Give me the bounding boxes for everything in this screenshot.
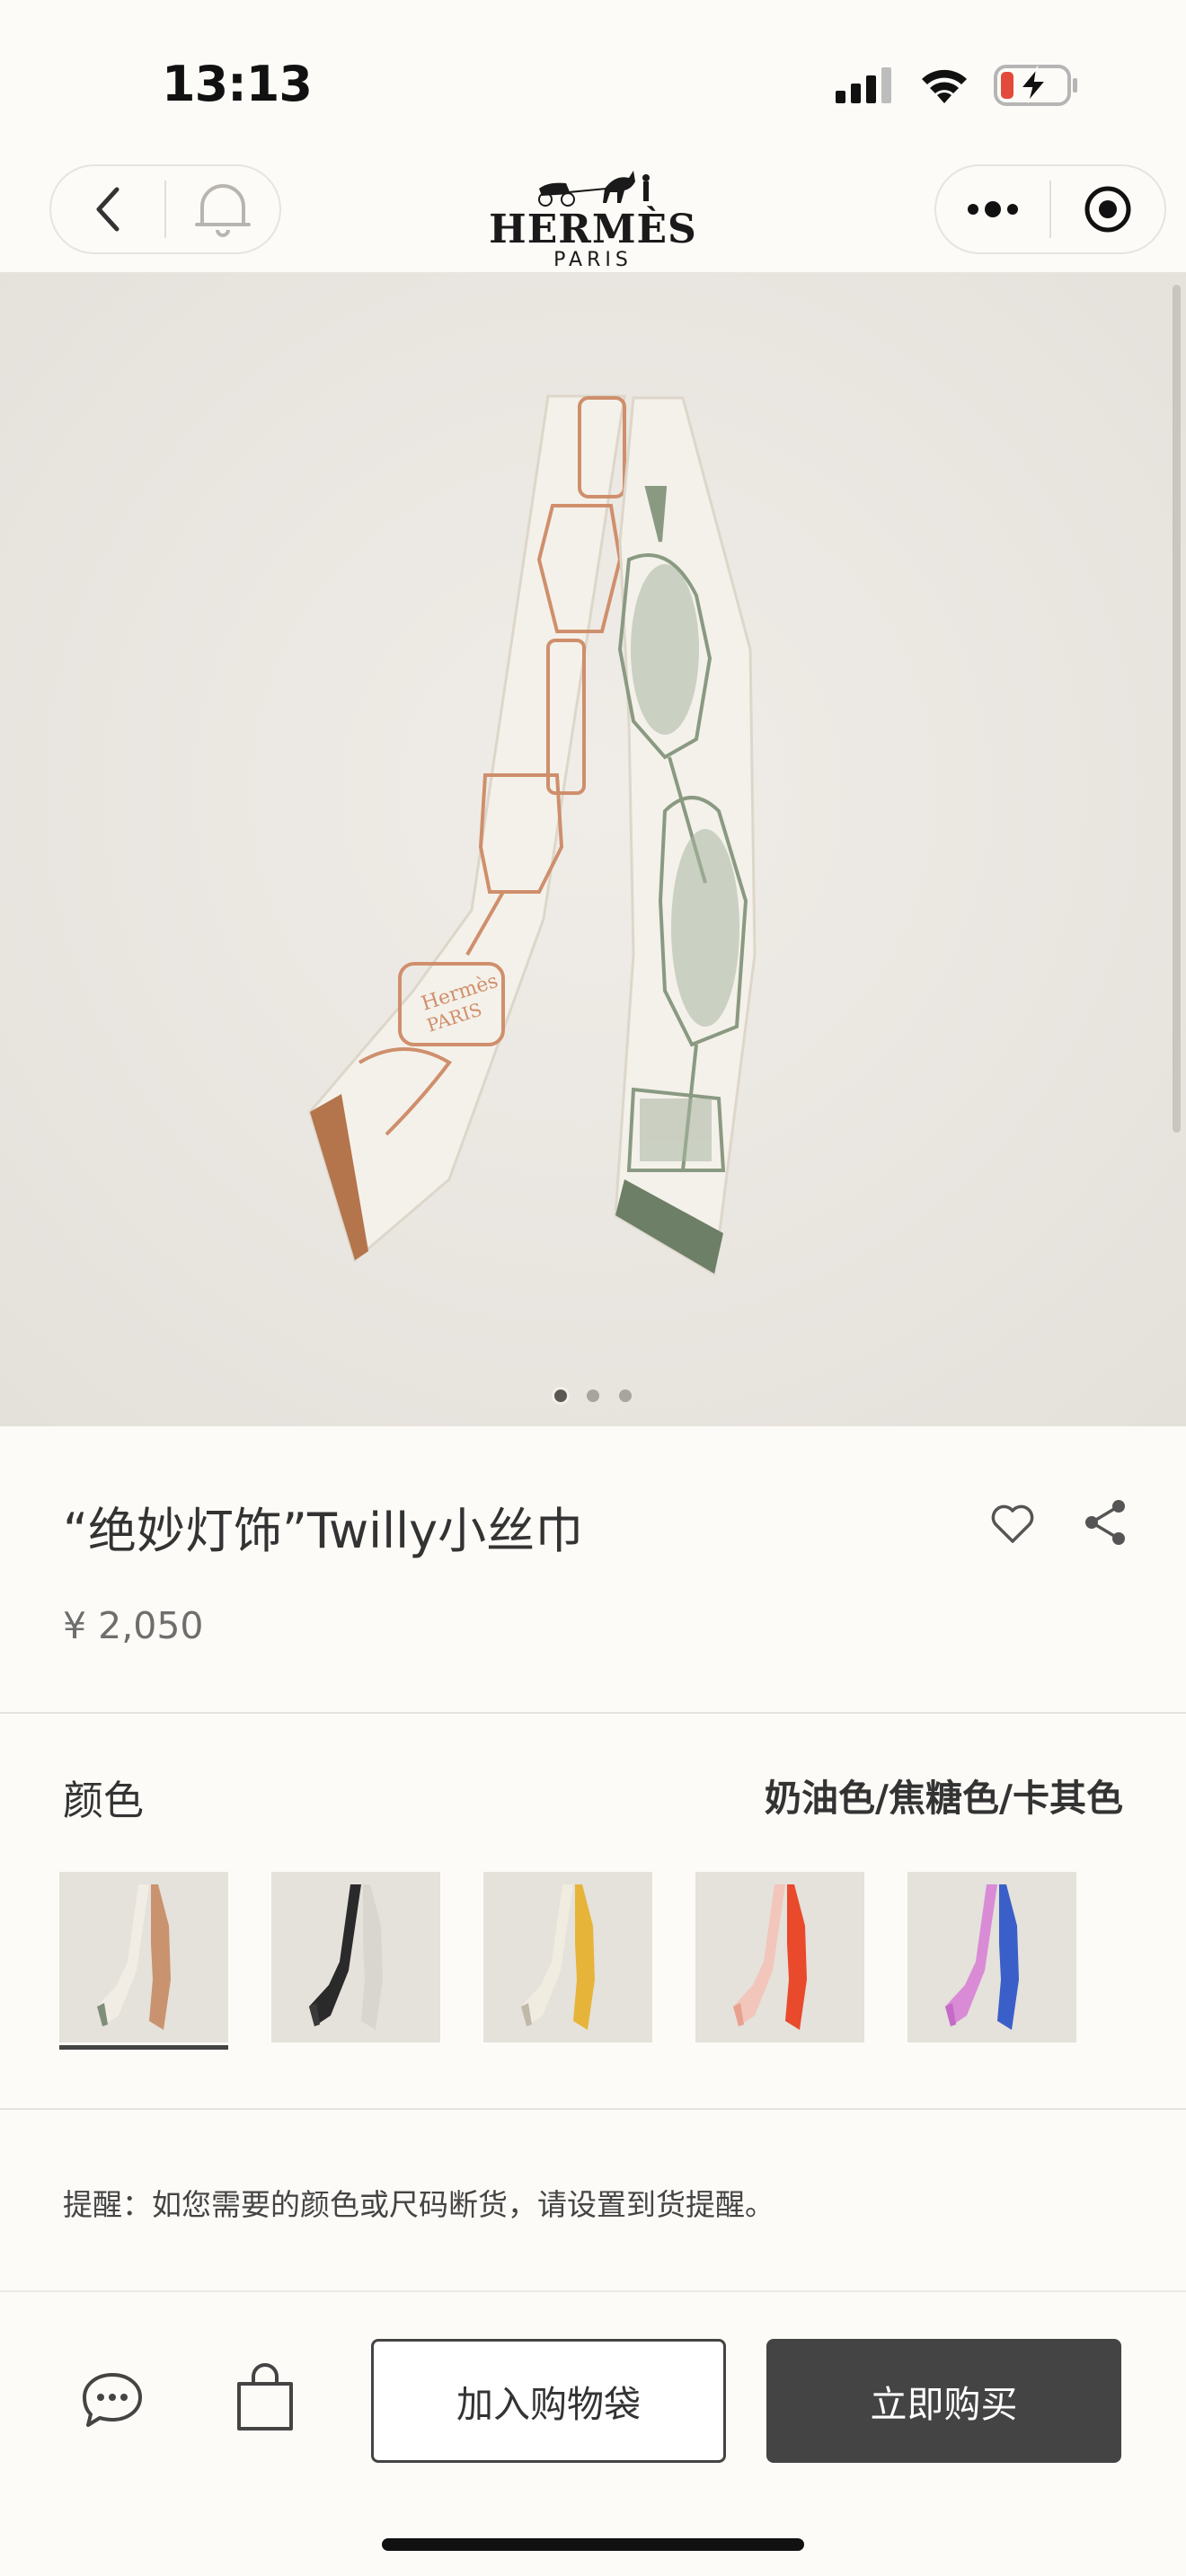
swatch-thumbnail bbox=[309, 1884, 383, 2030]
nav-bar: HERMÈS PARIS bbox=[0, 162, 1186, 271]
close-mini-program-button[interactable] bbox=[1051, 166, 1164, 252]
product-title: “绝妙灯饰”Twilly小丝巾 bbox=[63, 1503, 584, 1559]
pagination-dot[interactable] bbox=[619, 1389, 632, 1402]
brand-name: HERMÈS bbox=[489, 205, 697, 252]
brand-logo: HERMÈS PARIS bbox=[481, 162, 705, 271]
bell-icon bbox=[194, 184, 251, 237]
section-divider bbox=[0, 2108, 1186, 2110]
more-icon bbox=[968, 201, 1018, 217]
carriage-logo-icon: HERMÈS PARIS bbox=[489, 171, 697, 271]
product-gallery[interactable]: Hermès PARIS bbox=[0, 272, 1186, 1426]
status-icons bbox=[836, 65, 1078, 106]
buy-now-button[interactable]: 立即购买 bbox=[766, 2339, 1121, 2463]
notify-button[interactable] bbox=[166, 166, 279, 252]
swatch-thumbnail bbox=[521, 1884, 595, 2030]
color-swatch-pink-red[interactable] bbox=[695, 1872, 864, 2042]
mini-program-close-icon bbox=[1084, 186, 1131, 233]
restock-reminder: 提醒：如您需要的颜色或尺码断货，请设置到货提醒。 bbox=[63, 2187, 774, 2222]
nav-capsule-right bbox=[934, 164, 1166, 254]
color-swatch-black-white[interactable] bbox=[271, 1872, 440, 2042]
status-time: 13:13 bbox=[162, 56, 313, 112]
color-swatch-cream-caramel-khaki[interactable] bbox=[59, 1872, 228, 2050]
swatch-thumbnail bbox=[97, 1884, 171, 2030]
pagination-dot[interactable] bbox=[587, 1389, 599, 1402]
swatch-thumbnail bbox=[945, 1884, 1019, 2030]
status-bar: 13:13 bbox=[0, 0, 1186, 162]
signal-icon bbox=[836, 67, 891, 103]
product-image[interactable]: Hermès PARIS bbox=[0, 272, 1186, 1426]
wifi-icon bbox=[922, 69, 967, 103]
shopping-bag-icon[interactable] bbox=[232, 2362, 298, 2434]
pagination-dot[interactable] bbox=[554, 1389, 567, 1402]
bottom-action-bar: 加入购物袋 立即购买 bbox=[0, 2290, 1186, 2576]
share-icon[interactable] bbox=[1083, 1498, 1128, 1547]
color-swatches bbox=[59, 1872, 1076, 2050]
home-indicator[interactable] bbox=[382, 2538, 804, 2551]
back-icon bbox=[96, 187, 119, 232]
swatch-thumbnail bbox=[733, 1884, 807, 2030]
gallery-pagination bbox=[0, 1389, 1186, 1402]
brand-sub: PARIS bbox=[553, 249, 633, 269]
more-button[interactable] bbox=[936, 166, 1049, 252]
color-swatch-pink-blue[interactable] bbox=[907, 1872, 1076, 2042]
gallery-scrollbar[interactable] bbox=[1173, 285, 1181, 1133]
color-label: 颜色 bbox=[63, 1777, 145, 1824]
back-button[interactable] bbox=[51, 166, 164, 252]
battery-charging-icon bbox=[994, 65, 1077, 106]
nav-capsule-left bbox=[49, 164, 281, 254]
add-to-bag-button[interactable]: 加入购物袋 bbox=[371, 2339, 726, 2463]
chat-icon[interactable] bbox=[79, 2369, 146, 2432]
color-swatch-white-yellow[interactable] bbox=[483, 1872, 652, 2042]
product-price: ¥ 2,050 bbox=[63, 1604, 204, 1647]
selected-color-name: 奶油色/焦糖色/卡其色 bbox=[765, 1777, 1123, 1820]
section-divider bbox=[0, 1712, 1186, 1714]
wishlist-heart-icon[interactable] bbox=[988, 1500, 1037, 1548]
